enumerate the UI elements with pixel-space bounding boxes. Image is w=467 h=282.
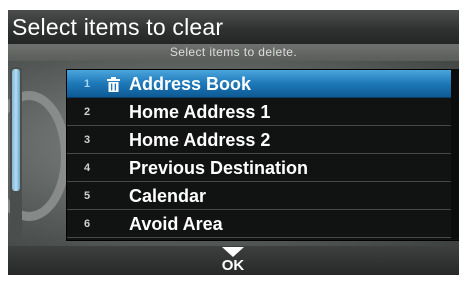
display-frame: Select items to clear Select items to de… — [8, 10, 459, 275]
ok-label: OK — [221, 257, 245, 274]
instruction-text: Select items to delete. — [169, 45, 298, 59]
item-number: 2 — [83, 106, 91, 118]
item-number: 4 — [83, 162, 91, 174]
subtitle-bar: Select items to delete. — [8, 44, 459, 61]
item-label: Previous Destination — [129, 158, 309, 178]
item-label: Calendar — [129, 186, 207, 206]
item-label: Address Book — [129, 74, 252, 94]
page-title: Select items to clear — [12, 14, 224, 40]
list-item-address-book[interactable]: 1 Address Book — [67, 70, 459, 98]
item-label: Home Address 1 — [129, 102, 271, 122]
bottom-bar: OK — [8, 246, 459, 275]
list-item-home-address-1[interactable]: 2 Home Address 1 — [67, 98, 459, 126]
title-bar: Select items to clear — [8, 10, 459, 44]
list-item-calendar[interactable]: 5 Calendar — [67, 182, 459, 210]
item-number: 5 — [83, 190, 91, 202]
scrollbar-thumb[interactable] — [12, 69, 20, 191]
item-number: 6 — [83, 218, 91, 230]
navigation-screen: Select items to clear Select items to de… — [0, 0, 467, 282]
list-area: 1 Address Book 2 Home Address 1 3 Home A… — [8, 61, 459, 246]
list-item-home-address-2[interactable]: 3 Home Address 2 — [67, 126, 459, 154]
item-label: Home Address 2 — [129, 130, 271, 150]
ok-button[interactable]: OK — [215, 246, 251, 275]
list-item-previous-destination[interactable]: 4 Previous Destination — [67, 154, 459, 182]
trash-icon — [107, 77, 120, 92]
item-label: Avoid Area — [129, 214, 223, 234]
scrollbar[interactable] — [10, 67, 22, 241]
list-right-edge — [451, 69, 459, 239]
item-number: 1 — [83, 78, 91, 90]
list-item-avoid-area[interactable]: 6 Avoid Area — [67, 210, 459, 238]
item-list: 1 Address Book 2 Home Address 1 3 Home A… — [66, 69, 459, 241]
down-arrow-icon — [222, 247, 244, 257]
item-number: 3 — [83, 134, 91, 146]
